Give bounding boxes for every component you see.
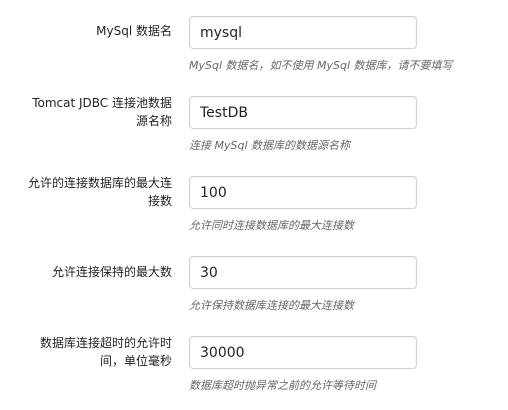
max-wait-help: 数据库超时抛异常之前的允许等待时间	[189, 379, 376, 392]
mysql-name-help: MySql 数据名，如不使用 MySql 数据库，请不要填写	[189, 59, 453, 72]
max-wait-label: 数据库连接超时的允许时间，单位毫秒	[39, 336, 172, 368]
max-idle-input[interactable]	[189, 256, 417, 289]
datasource-name-label: Tomcat JDBC 连接池数据源名称	[32, 96, 172, 128]
max-idle-label: 允许连接保持的最大数	[51, 265, 172, 279]
max-connections-help: 允许同时连接数据库的最大连接数	[189, 219, 354, 232]
mysql-name-input[interactable]	[189, 16, 417, 49]
max-wait-input[interactable]	[189, 336, 417, 369]
max-connections-input[interactable]	[189, 176, 417, 209]
max-idle-help: 允许保持数据库连接的最大连接数	[189, 299, 354, 312]
mysql-name-label: MySql 数据名	[96, 24, 172, 38]
datasource-name-input[interactable]	[189, 96, 417, 129]
datasource-name-help: 连接 MySql 数据库的数据源名称	[189, 139, 351, 152]
max-connections-label: 允许的连接数据库的最大连接数	[27, 176, 172, 208]
